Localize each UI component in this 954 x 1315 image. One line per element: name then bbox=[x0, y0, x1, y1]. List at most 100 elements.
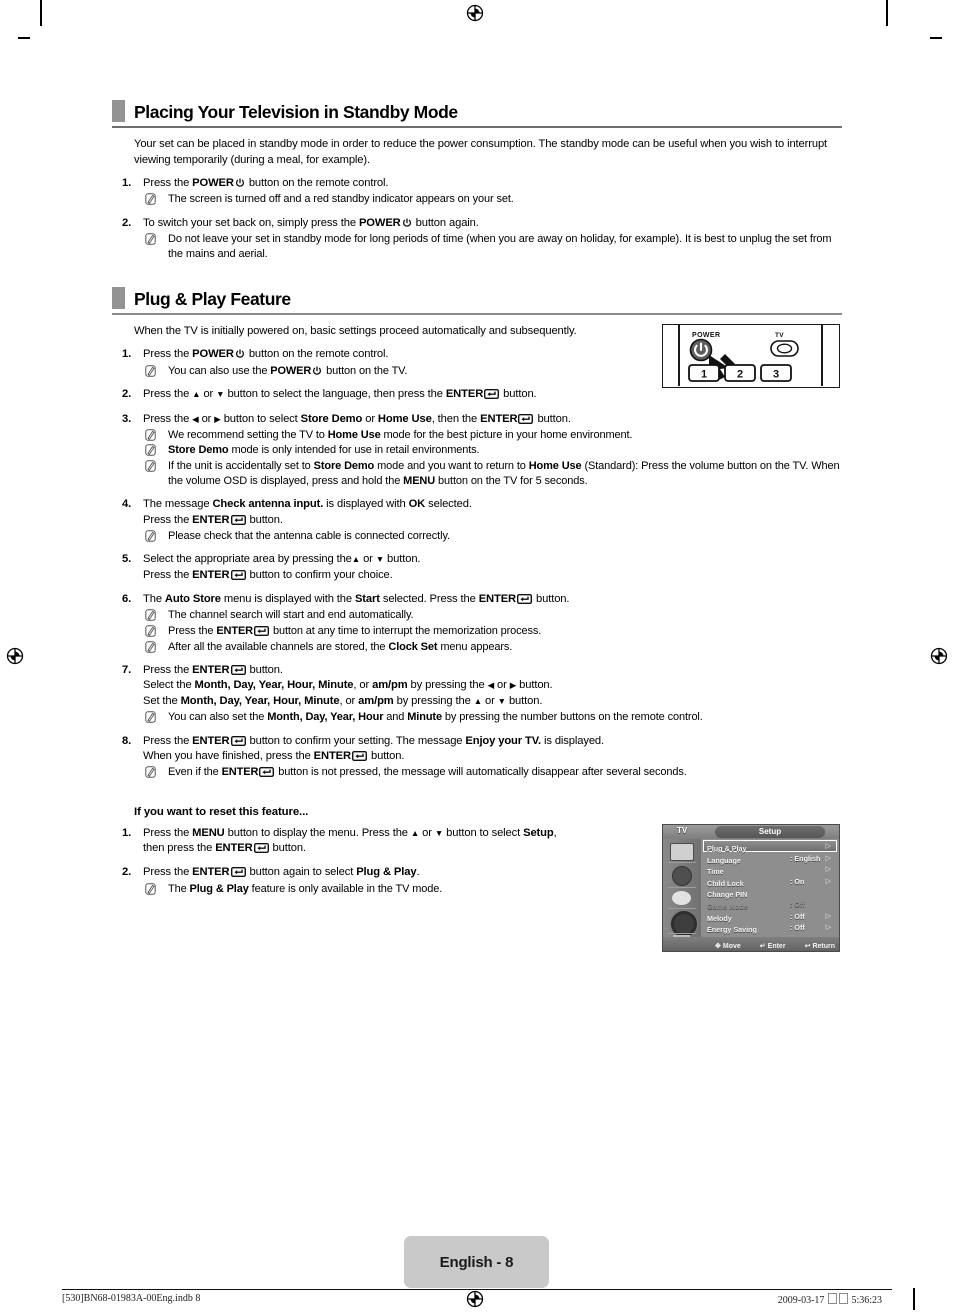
note-item: We recommend setting the TV to Home Use … bbox=[143, 428, 842, 443]
osd-item-value: : Off bbox=[790, 911, 805, 921]
note-pencil-icon bbox=[145, 460, 156, 472]
section2-intro: When the TV is initially powered on, bas… bbox=[134, 324, 577, 337]
emphasis-text: OK bbox=[408, 498, 426, 511]
osd-icon-sound bbox=[672, 866, 692, 886]
osd-submenu-arrow-icon: ▷ bbox=[825, 866, 831, 874]
cjk-placeholder-glyph bbox=[827, 1293, 837, 1304]
note-pencil-icon bbox=[145, 766, 156, 778]
osd-menu-item[interactable]: Plug & Play ▷ bbox=[703, 840, 837, 853]
enter-key-icon bbox=[230, 867, 246, 878]
move-icon: ✥ bbox=[715, 943, 721, 950]
step-line: Select the Month, Day, Year, Hour, Minut… bbox=[143, 679, 553, 692]
power-button-icon bbox=[235, 349, 245, 359]
osd-item-value: : On bbox=[790, 876, 805, 886]
note-pencil-icon bbox=[145, 530, 156, 542]
osd-item-list: Plug & Play ▷ Language: English ▷ Time ▷ Child… bbox=[703, 840, 837, 946]
enter-key-icon bbox=[253, 843, 269, 854]
step-number: 8. bbox=[122, 734, 132, 747]
osd-submenu-arrow-icon: ▷ bbox=[825, 877, 831, 885]
note-pencil-icon bbox=[145, 364, 156, 377]
note-pencil-icon bbox=[145, 429, 156, 441]
enter-key-icon bbox=[230, 665, 246, 676]
step-number: 1. bbox=[122, 826, 132, 839]
osd-title: Setup bbox=[758, 826, 782, 836]
enter-key-icon bbox=[518, 413, 534, 424]
arrow-up-icon: ▲ bbox=[192, 389, 201, 400]
svg-text:POWER: POWER bbox=[692, 332, 720, 339]
step-line: The message Check antenna input. is disp… bbox=[143, 498, 472, 511]
emphasis-text: Check antenna input. bbox=[212, 498, 324, 511]
emphasis-text: MENU bbox=[403, 474, 436, 487]
note-item: You can also set the Month, Day, Year, H… bbox=[143, 710, 842, 725]
note-item: Even if the ENTER button is not pressed,… bbox=[143, 765, 842, 780]
osd-menu-screenshot: TV Setup Plug & Play ▷ Language: English ▷ T… bbox=[662, 824, 840, 952]
step-item: 7. Press the ENTER button. Select the Mont… bbox=[112, 663, 842, 724]
osd-menu-item[interactable]: Energy Saving: Off ▷ bbox=[703, 921, 837, 934]
section-marker-bar bbox=[112, 287, 125, 310]
emphasis-text: ENTER bbox=[221, 766, 259, 779]
registration-mark-right bbox=[928, 645, 950, 667]
osd-menu-item[interactable]: Time ▷ bbox=[703, 863, 837, 876]
emphasis-text: ENTER bbox=[192, 866, 230, 879]
section1-steps: 1. Press the POWER button on the remote c… bbox=[112, 176, 842, 261]
osd-item-value: : Off bbox=[790, 923, 805, 933]
cjk-placeholder-glyph bbox=[838, 1293, 848, 1304]
footer-time: 5:36:23 bbox=[851, 1295, 882, 1306]
emphasis-text: Store Demo bbox=[300, 412, 363, 425]
osd-hint-bar: ✥ Move ↵ Enter ↩ Return bbox=[715, 942, 835, 951]
note-pencil-icon bbox=[145, 882, 156, 895]
emphasis-text: ENTER bbox=[216, 624, 254, 637]
enter-key-icon bbox=[230, 569, 246, 580]
osd-menu-item[interactable]: Child Lock: On ▷ bbox=[703, 875, 837, 888]
crop-mark-top-right-horizontal bbox=[930, 37, 942, 39]
emphasis-text: ENTER bbox=[192, 568, 230, 581]
osd-menu-item[interactable]: Game Mode: Off ▷ bbox=[703, 898, 837, 911]
enter-key-icon bbox=[230, 514, 246, 525]
enter-key-icon bbox=[254, 625, 270, 636]
power-button-icon bbox=[235, 178, 245, 188]
emphasis-text: Minute bbox=[407, 710, 442, 723]
note-text: You can also use the POWER button on the… bbox=[168, 364, 408, 377]
svg-text:TV: TV bbox=[775, 332, 784, 339]
step-number: 1. bbox=[122, 348, 132, 361]
emphasis-text: Month, Day, Year, Hour, Minute bbox=[194, 679, 354, 692]
note-text: We recommend setting the TV to Home Use … bbox=[168, 428, 633, 441]
note-item: Please check that the antenna cable is c… bbox=[143, 529, 842, 544]
osd-hint: ↵ Enter bbox=[760, 942, 786, 951]
enter-key-icon bbox=[259, 767, 275, 778]
step-line: Press the POWER button on the remote con… bbox=[143, 177, 389, 189]
osd-submenu-arrow-icon: ▷ bbox=[825, 924, 831, 932]
arrow-right-icon: ▶ bbox=[509, 680, 517, 691]
osd-menu-item[interactable]: Melody: Off ▷ bbox=[703, 910, 837, 923]
note-text: The screen is turned off and a red stand… bbox=[168, 193, 514, 206]
step-item: 8. Press the ENTER button to confirm your… bbox=[112, 734, 842, 780]
emphasis-text: Auto Store bbox=[164, 593, 221, 606]
enter-key-icon bbox=[484, 389, 500, 400]
section-marker-bar bbox=[112, 100, 125, 122]
osd-source-label: TV bbox=[677, 826, 688, 835]
note-pencil-icon bbox=[145, 711, 156, 723]
registration-mark-top bbox=[464, 2, 486, 24]
osd-hint-label: Enter bbox=[767, 942, 786, 950]
arrow-down-icon: ▼ bbox=[375, 554, 385, 565]
reset-subheading: If you want to reset this feature... bbox=[134, 805, 309, 818]
section-header-standby: Placing Your Television in Standby Mode bbox=[112, 100, 842, 128]
note-list: We recommend setting the TV to Home Use … bbox=[143, 428, 842, 488]
osd-menu-item[interactable]: Change PIN bbox=[703, 886, 837, 899]
section1-intro: Your set can be placed in standby mode i… bbox=[134, 138, 828, 166]
note-item: If the unit is accidentally set to Store… bbox=[143, 459, 842, 488]
step-item: 3. Press the ◀ or ▶ button to select Stor… bbox=[112, 412, 842, 489]
arrow-left-icon: ◀ bbox=[192, 413, 199, 424]
arrow-down-icon: ▼ bbox=[434, 827, 444, 838]
note-pencil-icon bbox=[145, 193, 156, 205]
note-list: Please check that the antenna cable is c… bbox=[143, 529, 842, 544]
return-icon: ↩ bbox=[804, 943, 811, 950]
note-list: The channel search will start and end au… bbox=[143, 608, 842, 654]
arrow-up-icon: ▲ bbox=[473, 695, 482, 706]
emphasis-text: Clock Set bbox=[388, 640, 438, 653]
note-item: Store Demo mode is only intended for use… bbox=[143, 443, 842, 458]
step-number: 1. bbox=[122, 177, 132, 189]
emphasis-text: ENTER bbox=[478, 593, 517, 606]
osd-menu-item[interactable]: Language: English ▷ bbox=[703, 852, 837, 865]
note-pencil-icon bbox=[145, 625, 156, 637]
